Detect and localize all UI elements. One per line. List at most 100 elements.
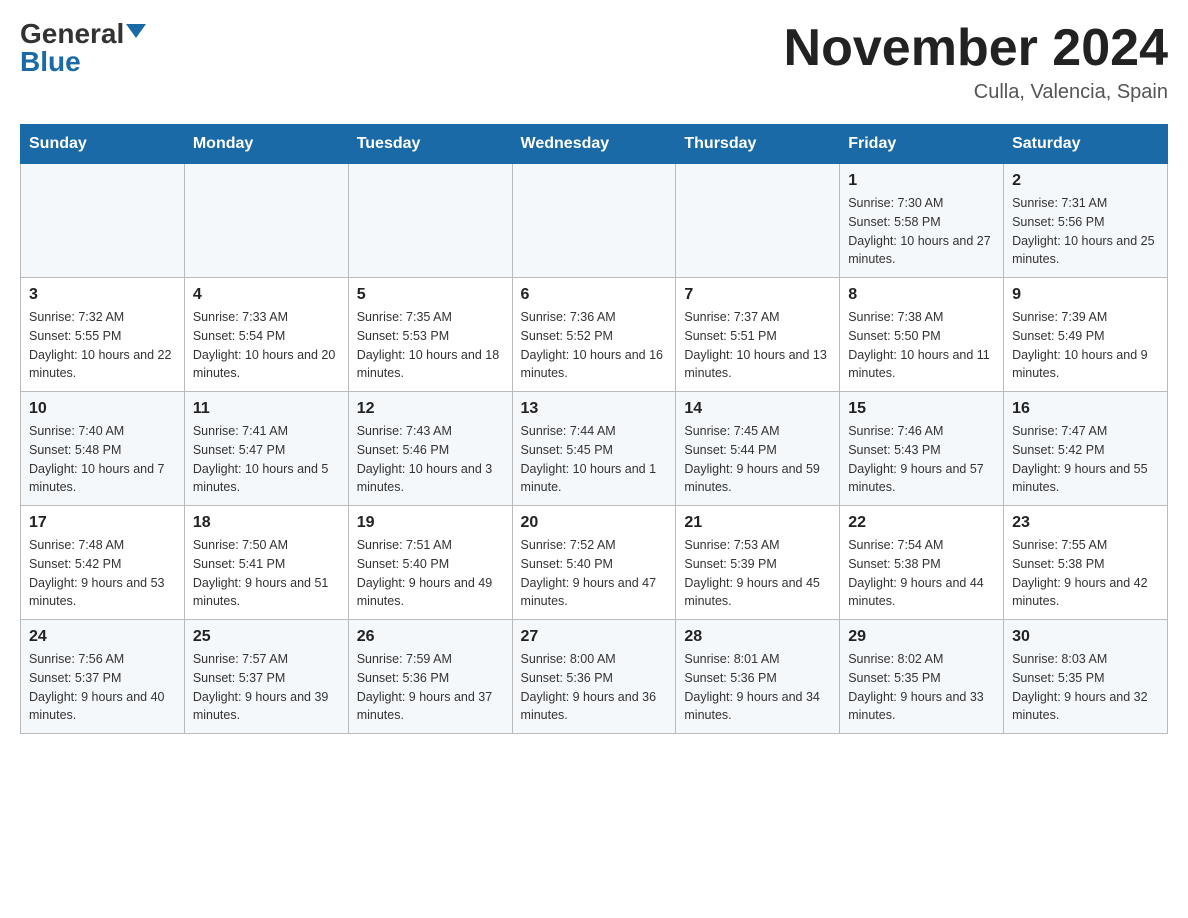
day-number: 17 [29, 514, 176, 532]
calendar-cell [676, 164, 840, 278]
day-number: 3 [29, 286, 176, 304]
calendar-cell: 28Sunrise: 8:01 AMSunset: 5:36 PMDayligh… [676, 620, 840, 734]
day-info: Sunrise: 7:36 AMSunset: 5:52 PMDaylight:… [521, 308, 668, 383]
day-number: 23 [1012, 514, 1159, 532]
calendar-cell: 8 Sunrise: 7:38 AMSunset: 5:50 PMDaylight… [840, 278, 1004, 392]
day-number: 9 [1012, 286, 1159, 304]
day-number: 15 [848, 400, 995, 418]
calendar-cell: 20 Sunrise: 7:52 AMSunset: 5:40 PMDayligh… [512, 506, 676, 620]
calendar-cell: 2 Sunrise: 7:31 AMSunset: 5:56 PMDaylight… [1004, 164, 1168, 278]
calendar-cell [184, 164, 348, 278]
calendar-cell [348, 164, 512, 278]
day-number: 5 [357, 286, 504, 304]
day-info: Sunrise: 7:38 AMSunset: 5:50 PMDaylight:… [848, 308, 995, 383]
day-number: 8 [848, 286, 995, 304]
logo-general: General [20, 20, 124, 48]
calendar-cell: 16 Sunrise: 7:47 AMSunset: 5:42 PMDayligh… [1004, 392, 1168, 506]
page-header: General Blue November 2024 Culla, Valenc… [20, 20, 1168, 104]
day-info: Sunrise: 7:57 AMSunset: 5:37 PMDaylight:… [193, 650, 340, 725]
calendar-table: SundayMondayTuesdayWednesdayThursdayFrid… [20, 124, 1168, 734]
day-info: Sunrise: 8:02 AMSunset: 5:35 PMDaylight:… [848, 650, 995, 725]
column-header-saturday: Saturday [1004, 125, 1168, 164]
calendar-cell: 19 Sunrise: 7:51 AMSunset: 5:40 PMDayligh… [348, 506, 512, 620]
calendar-cell: 10Sunrise: 7:40 AMSunset: 5:48 PMDayligh… [21, 392, 185, 506]
calendar-week-row: 17 Sunrise: 7:48 AMSunset: 5:42 PMDayligh… [21, 506, 1168, 620]
day-info: Sunrise: 7:37 AMSunset: 5:51 PMDaylight:… [684, 308, 831, 383]
calendar-cell: 3 Sunrise: 7:32 AMSunset: 5:55 PMDaylight… [21, 278, 185, 392]
day-number: 1 [848, 172, 995, 190]
day-info: Sunrise: 7:48 AMSunset: 5:42 PMDaylight:… [29, 536, 176, 611]
calendar-cell: 23 Sunrise: 7:55 AMSunset: 5:38 PMDayligh… [1004, 506, 1168, 620]
calendar-week-row: 1 Sunrise: 7:30 AMSunset: 5:58 PMDaylight… [21, 164, 1168, 278]
calendar-cell: 5 Sunrise: 7:35 AMSunset: 5:53 PMDaylight… [348, 278, 512, 392]
calendar-cell: 6 Sunrise: 7:36 AMSunset: 5:52 PMDaylight… [512, 278, 676, 392]
day-number: 22 [848, 514, 995, 532]
calendar-cell: 4Sunrise: 7:33 AMSunset: 5:54 PMDaylight… [184, 278, 348, 392]
calendar-cell: 1 Sunrise: 7:30 AMSunset: 5:58 PMDaylight… [840, 164, 1004, 278]
calendar-cell: 15 Sunrise: 7:46 AMSunset: 5:43 PMDayligh… [840, 392, 1004, 506]
day-number: 19 [357, 514, 504, 532]
day-info: Sunrise: 7:46 AMSunset: 5:43 PMDaylight:… [848, 422, 995, 497]
day-number: 14 [684, 400, 831, 418]
day-number: 18 [193, 514, 340, 532]
calendar-cell: 26 Sunrise: 7:59 AMSunset: 5:36 PMDayligh… [348, 620, 512, 734]
calendar-cell: 24 Sunrise: 7:56 AMSunset: 5:37 PMDayligh… [21, 620, 185, 734]
calendar-cell: 11Sunrise: 7:41 AMSunset: 5:47 PMDayligh… [184, 392, 348, 506]
day-info: Sunrise: 7:47 AMSunset: 5:42 PMDaylight:… [1012, 422, 1159, 497]
day-info: Sunrise: 7:45 AMSunset: 5:44 PMDaylight:… [684, 422, 831, 497]
day-number: 11 [193, 400, 340, 418]
day-number: 16 [1012, 400, 1159, 418]
day-info: Sunrise: 7:39 AMSunset: 5:49 PMDaylight:… [1012, 308, 1159, 383]
calendar-week-row: 3 Sunrise: 7:32 AMSunset: 5:55 PMDaylight… [21, 278, 1168, 392]
month-title: November 2024 [784, 20, 1168, 77]
calendar-cell [21, 164, 185, 278]
logo-blue: Blue [20, 48, 81, 76]
day-info: Sunrise: 7:31 AMSunset: 5:56 PMDaylight:… [1012, 194, 1159, 269]
calendar-header-row: SundayMondayTuesdayWednesdayThursdayFrid… [21, 125, 1168, 164]
day-info: Sunrise: 7:54 AMSunset: 5:38 PMDaylight:… [848, 536, 995, 611]
logo: General Blue [20, 20, 146, 76]
day-info: Sunrise: 7:32 AMSunset: 5:55 PMDaylight:… [29, 308, 176, 383]
calendar-cell: 13Sunrise: 7:44 AMSunset: 5:45 PMDayligh… [512, 392, 676, 506]
calendar-cell: 30 Sunrise: 8:03 AMSunset: 5:35 PMDayligh… [1004, 620, 1168, 734]
day-number: 20 [521, 514, 668, 532]
calendar-cell: 21Sunrise: 7:53 AMSunset: 5:39 PMDayligh… [676, 506, 840, 620]
column-header-thursday: Thursday [676, 125, 840, 164]
calendar-cell: 27 Sunrise: 8:00 AMSunset: 5:36 PMDayligh… [512, 620, 676, 734]
column-header-friday: Friday [840, 125, 1004, 164]
calendar-cell: 7 Sunrise: 7:37 AMSunset: 5:51 PMDaylight… [676, 278, 840, 392]
day-info: Sunrise: 8:03 AMSunset: 5:35 PMDaylight:… [1012, 650, 1159, 725]
day-info: Sunrise: 7:55 AMSunset: 5:38 PMDaylight:… [1012, 536, 1159, 611]
day-info: Sunrise: 7:30 AMSunset: 5:58 PMDaylight:… [848, 194, 995, 269]
day-info: Sunrise: 7:50 AMSunset: 5:41 PMDaylight:… [193, 536, 340, 611]
title-section: November 2024 Culla, Valencia, Spain [784, 20, 1168, 104]
day-info: Sunrise: 7:51 AMSunset: 5:40 PMDaylight:… [357, 536, 504, 611]
day-number: 4 [193, 286, 340, 304]
day-number: 21 [684, 514, 831, 532]
day-number: 27 [521, 628, 668, 646]
day-number: 26 [357, 628, 504, 646]
day-info: Sunrise: 7:56 AMSunset: 5:37 PMDaylight:… [29, 650, 176, 725]
calendar-week-row: 24 Sunrise: 7:56 AMSunset: 5:37 PMDayligh… [21, 620, 1168, 734]
day-number: 24 [29, 628, 176, 646]
calendar-cell: 22 Sunrise: 7:54 AMSunset: 5:38 PMDayligh… [840, 506, 1004, 620]
day-number: 7 [684, 286, 831, 304]
calendar-cell [512, 164, 676, 278]
day-number: 30 [1012, 628, 1159, 646]
calendar-cell: 12Sunrise: 7:43 AMSunset: 5:46 PMDayligh… [348, 392, 512, 506]
day-info: Sunrise: 7:44 AMSunset: 5:45 PMDaylight:… [521, 422, 668, 497]
day-info: Sunrise: 8:00 AMSunset: 5:36 PMDaylight:… [521, 650, 668, 725]
day-number: 6 [521, 286, 668, 304]
day-info: Sunrise: 7:35 AMSunset: 5:53 PMDaylight:… [357, 308, 504, 383]
day-number: 10 [29, 400, 176, 418]
calendar-cell: 25 Sunrise: 7:57 AMSunset: 5:37 PMDayligh… [184, 620, 348, 734]
calendar-cell: 14 Sunrise: 7:45 AMSunset: 5:44 PMDayligh… [676, 392, 840, 506]
day-number: 25 [193, 628, 340, 646]
day-info: Sunrise: 7:52 AMSunset: 5:40 PMDaylight:… [521, 536, 668, 611]
logo-triangle-icon [126, 24, 146, 38]
day-number: 2 [1012, 172, 1159, 190]
day-info: Sunrise: 7:59 AMSunset: 5:36 PMDaylight:… [357, 650, 504, 725]
calendar-cell: 29Sunrise: 8:02 AMSunset: 5:35 PMDayligh… [840, 620, 1004, 734]
column-header-wednesday: Wednesday [512, 125, 676, 164]
calendar-cell: 18 Sunrise: 7:50 AMSunset: 5:41 PMDayligh… [184, 506, 348, 620]
